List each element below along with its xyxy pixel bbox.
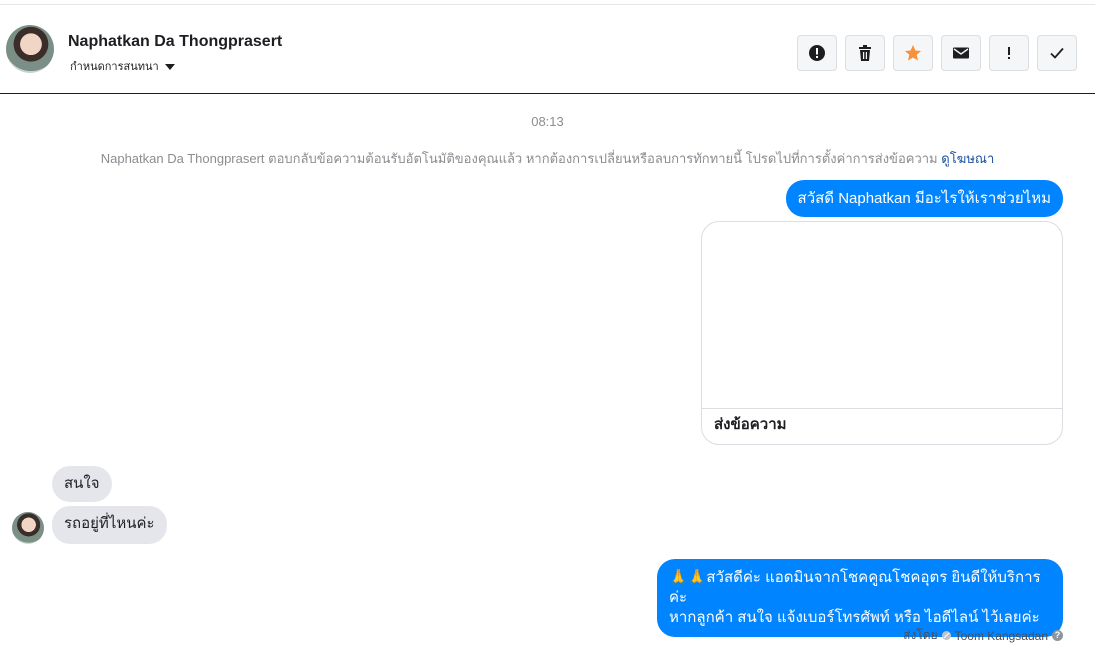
pray-emoji-icon: 🙏🙏	[669, 569, 707, 586]
contact-name[interactable]: Naphatkan Da Thongprasert	[68, 33, 282, 51]
no-entry-icon	[941, 631, 951, 640]
card-divider	[702, 408, 1062, 409]
reply-line-2: หากลูกค้า สนใจ แจ้งเบอร์โทรศัพท์ หรือ ไอ…	[669, 609, 1040, 626]
view-ad-link[interactable]: ดูโฆษณา	[941, 151, 994, 166]
message-timestamp: 08:13	[531, 114, 564, 129]
envelope-icon	[953, 47, 969, 59]
send-message-button[interactable]: ส่งข้อความ	[714, 412, 787, 436]
outgoing-greeting-bubble: สวัสดี Naphatkan มีอะไรให้เราช่วยไหม	[785, 180, 1063, 217]
reply-line-1: สวัสดีค่ะ แอดมินจากโชคคูณโชคอุตร ยินดีให…	[669, 569, 1041, 606]
delete-button[interactable]	[845, 35, 885, 71]
conversation-header: Naphatkan Da Thongprasert กำหนดการสนทนา	[0, 5, 1095, 93]
sent-by-label: ส่งโดย	[903, 628, 938, 642]
sent-by-footer: ส่งโดย Toom Kangsadan ?	[903, 626, 1063, 645]
incoming-message-bubble: รถอยู่ที่ไหนค่ะ	[52, 506, 167, 544]
auto-reply-notice: Naphatkan Da Thongprasert ตอบกลับข้อความ…	[0, 148, 1095, 169]
message-card: ส่งข้อความ	[701, 221, 1063, 445]
header-divider	[0, 93, 1095, 94]
star-button[interactable]	[893, 35, 933, 71]
conversation-settings-dropdown[interactable]: กำหนดการสนทนา	[70, 57, 175, 75]
caret-down-icon	[164, 64, 175, 71]
incoming-message-bubble: สนใจ	[52, 466, 112, 502]
help-icon[interactable]: ?	[1052, 630, 1063, 641]
conversation-settings-label: กำหนดการสนทนา	[70, 61, 159, 73]
star-icon	[905, 45, 921, 61]
sender-name: Toom Kangsadan	[954, 628, 1048, 643]
alert-icon	[809, 45, 825, 61]
exclamation-icon	[1008, 47, 1010, 59]
trash-icon	[859, 45, 871, 61]
mark-unread-button[interactable]	[941, 35, 981, 71]
mark-done-button[interactable]	[1037, 35, 1077, 71]
spam-button[interactable]	[989, 35, 1029, 71]
report-button[interactable]	[797, 35, 837, 71]
notice-text: Naphatkan Da Thongprasert ตอบกลับข้อความ…	[100, 151, 938, 166]
avatar[interactable]	[6, 25, 54, 73]
avatar[interactable]	[12, 512, 44, 544]
check-icon	[1050, 47, 1064, 59]
